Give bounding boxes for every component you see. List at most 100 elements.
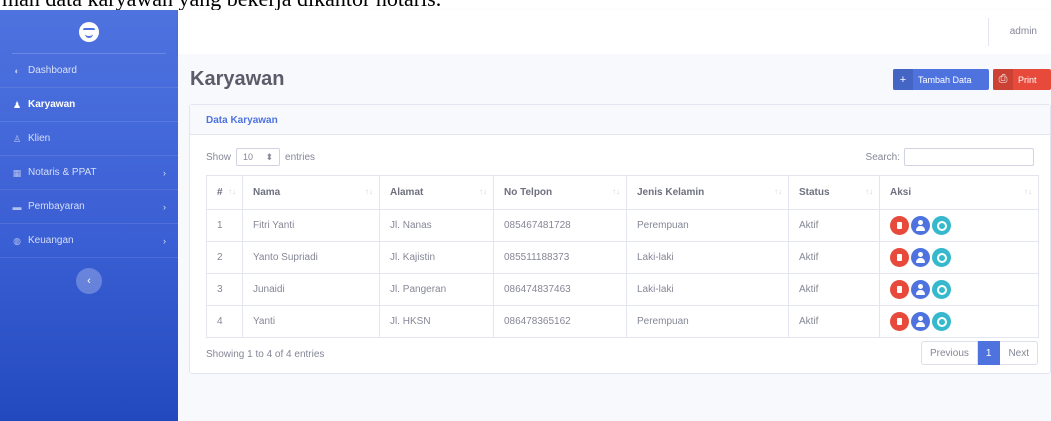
money-icon: ▬ — [12, 201, 22, 212]
cell-alamat: Jl. HKSN — [379, 305, 494, 338]
search-label: Search: — [865, 151, 900, 163]
edit-user-icon[interactable] — [911, 280, 930, 299]
sidebar-item-label: Karyawan — [28, 99, 76, 110]
view-detail-icon[interactable] — [932, 248, 951, 267]
sidebar-toggle-button[interactable]: ‹ — [76, 268, 102, 294]
wallet-icon: ◍ — [13, 235, 21, 246]
main-content: Karyawan + Tambah Data ⎙ Print Data Kary… — [178, 54, 1051, 421]
sort-icon: ↑↓ — [612, 187, 620, 196]
cell-jenis-kelamin: Perempuan — [626, 305, 789, 338]
delete-icon[interactable] — [890, 312, 909, 331]
table-row: 3 Junaidi Jl. Pangeran 086474837463 Laki… — [206, 273, 1039, 306]
chevron-right-icon: › — [163, 235, 166, 246]
cell-status: Aktif — [788, 273, 880, 306]
document-caption: man data karyawan yang bekerja dikantor … — [2, 0, 441, 10]
sort-icon: ↑↓ — [774, 187, 782, 196]
chevron-right-icon: › — [163, 167, 166, 178]
cell-telpon: 086474837463 — [493, 273, 627, 306]
sidebar-item-klien[interactable]: ♙ Klien — [0, 122, 178, 156]
sort-icon: ↑↓ — [1024, 187, 1032, 196]
sort-icon: ↑↓ — [228, 187, 236, 196]
column-header-aksi[interactable]: Aksi ↑↓ — [879, 175, 1039, 210]
cell-jenis-kelamin: Perempuan — [626, 209, 789, 242]
card-title: Data Karyawan — [190, 105, 1050, 135]
table-icon: ▦ — [12, 167, 22, 178]
delete-icon[interactable] — [890, 280, 909, 299]
cell-telpon: 086478365162 — [493, 305, 627, 338]
document-caption-strip: man data karyawan yang bekerja dikantor … — [0, 0, 1051, 10]
column-header-jenis-kelamin[interactable]: Jenis Kelamin ↑↓ — [626, 175, 789, 210]
search-control: Search: — [866, 148, 1034, 166]
sidebar-item-pembayaran[interactable]: ▬ Pembayaran › — [0, 190, 178, 224]
sidebar-item-notaris-ppat[interactable]: ▦ Notaris & PPAT › — [0, 156, 178, 190]
view-detail-icon[interactable] — [932, 280, 951, 299]
table-info: Showing 1 to 4 of 4 entries — [206, 349, 325, 360]
entries-label: entries — [285, 151, 316, 163]
column-header-nama[interactable]: Nama ↑↓ — [242, 175, 380, 210]
pagination: Previous 1 Next — [920, 341, 1038, 365]
cell-aksi — [879, 273, 1039, 306]
edit-user-icon[interactable] — [911, 248, 930, 267]
cell-alamat: Jl. Kajistin — [379, 241, 494, 274]
sidebar-item-label: Pembayaran — [28, 201, 85, 212]
employee-card: Data Karyawan Show 10 ⬍ entries Search: … — [189, 104, 1051, 374]
sidebar-item-label: Keuangan — [28, 235, 74, 246]
sidebar-item-dashboard[interactable]: ◐ Dashboard — [0, 54, 178, 88]
cell-jenis-kelamin: Laki-laki — [626, 241, 789, 274]
select-arrows-icon: ⬍ — [265, 151, 274, 162]
user-menu[interactable]: admin — [1010, 26, 1037, 37]
sidebar-item-label: Klien — [28, 133, 51, 144]
sidebar-item-label: Notaris & PPAT — [28, 167, 97, 178]
edit-user-icon[interactable] — [911, 216, 930, 235]
users-icon: ♟ — [12, 99, 22, 110]
print-button[interactable]: ⎙ Print — [993, 69, 1051, 90]
page-title: Karyawan — [190, 68, 285, 90]
entries-select[interactable]: 10 ⬍ — [236, 148, 281, 166]
sidebar-brand[interactable] — [12, 10, 166, 54]
cell-number: 3 — [206, 273, 243, 306]
plus-icon: + — [893, 69, 913, 90]
cell-jenis-kelamin: Laki-laki — [626, 273, 789, 306]
sort-icon: ↑↓ — [865, 187, 873, 196]
topbar: admin — [178, 10, 1051, 54]
entries-select-value: 10 — [243, 152, 254, 162]
column-header-status[interactable]: Status ↑↓ — [788, 175, 880, 210]
chevron-right-icon: › — [163, 201, 166, 212]
sidebar-item-label: Dashboard — [28, 65, 77, 76]
column-header-alamat[interactable]: Alamat ↑↓ — [379, 175, 494, 210]
search-input[interactable] — [904, 148, 1034, 166]
tachometer-icon: ◐ — [14, 65, 20, 76]
next-page-button[interactable]: Next — [1000, 341, 1038, 365]
previous-page-button[interactable]: Previous — [920, 341, 978, 365]
sidebar-item-keuangan[interactable]: ◍ Keuangan › — [0, 224, 178, 258]
cell-status: Aktif — [788, 305, 880, 338]
cell-aksi — [879, 305, 1039, 338]
delete-icon[interactable] — [890, 248, 909, 267]
column-header-no-telpon[interactable]: No Telpon ↑↓ — [493, 175, 627, 210]
cell-number: 1 — [206, 209, 243, 242]
cell-nama: Fitri Yanti — [242, 209, 380, 242]
cell-status: Aktif — [788, 241, 880, 274]
page-1-button[interactable]: 1 — [977, 341, 1001, 365]
delete-icon[interactable] — [890, 216, 909, 235]
table-header-row: # ↑↓ Nama ↑↓ Alamat ↑↓ No Telpon ↑↓ Jenis Ke… — [206, 175, 1039, 210]
printer-icon: ⎙ — [993, 69, 1013, 90]
table-row: 1 Fitri Yanti Jl. Nanas 085467481728 Per… — [206, 209, 1039, 242]
cell-nama: Yanti — [242, 305, 380, 338]
sidebar-item-karyawan[interactable]: ♟ Karyawan — [0, 88, 178, 122]
view-detail-icon[interactable] — [932, 312, 951, 331]
add-data-button[interactable]: + Tambah Data — [893, 69, 989, 90]
smile-logo-icon — [79, 21, 99, 42]
view-detail-icon[interactable] — [932, 216, 951, 235]
cell-number: 4 — [206, 305, 243, 338]
cell-telpon: 085467481728 — [493, 209, 627, 242]
cell-alamat: Jl. Pangeran — [379, 273, 494, 306]
column-header-number[interactable]: # ↑↓ — [206, 175, 243, 210]
cell-nama: Yanto Supriadi — [242, 241, 380, 274]
topbar-divider — [988, 18, 989, 46]
table-row: 4 Yanti Jl. HKSN 086478365162 Perempuan … — [206, 305, 1039, 338]
cell-alamat: Jl. Nanas — [379, 209, 494, 242]
sort-icon: ↑↓ — [365, 187, 373, 196]
add-data-label: Tambah Data — [918, 74, 972, 85]
edit-user-icon[interactable] — [911, 312, 930, 331]
